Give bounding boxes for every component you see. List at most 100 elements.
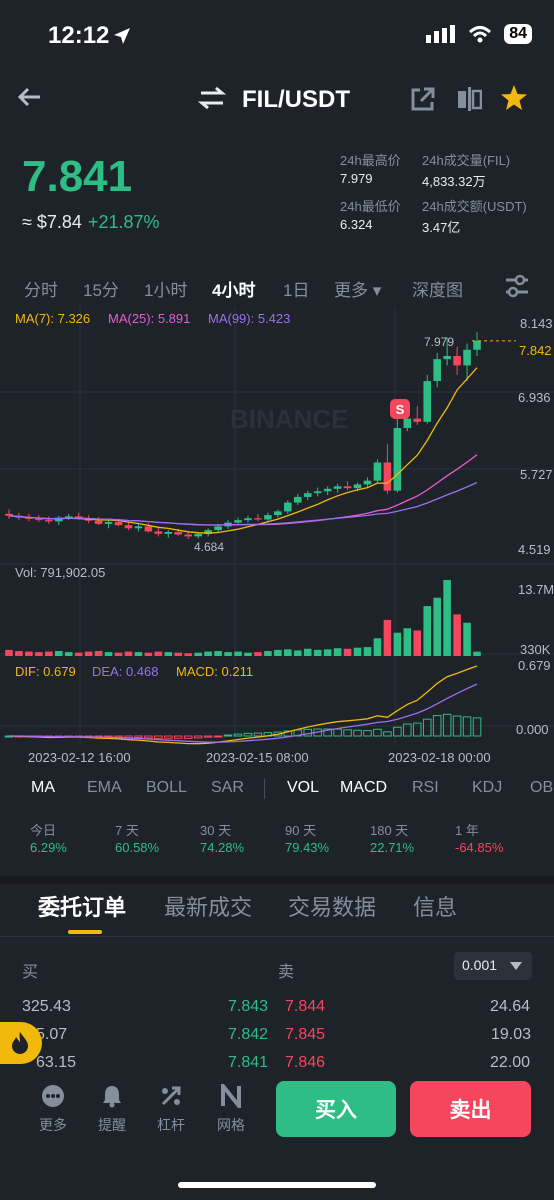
tf-4h[interactable]: 4小时 bbox=[212, 276, 255, 301]
candle-body bbox=[353, 484, 362, 489]
volume-bar bbox=[363, 647, 372, 656]
low-label: 24h最低价 bbox=[340, 199, 401, 214]
indicator-obv[interactable]: OB bbox=[530, 779, 553, 797]
indicator-ema[interactable]: EMA bbox=[87, 779, 122, 797]
ask-amount[interactable]: 24.64 bbox=[490, 998, 530, 1016]
bid-amount[interactable]: 325.43 bbox=[22, 998, 71, 1016]
volume-bar bbox=[293, 650, 302, 656]
tab-trades[interactable]: 最新成交 bbox=[164, 890, 252, 922]
indicator-sar[interactable]: SAR bbox=[211, 779, 244, 797]
bid-price[interactable]: 7.842 bbox=[228, 1026, 268, 1044]
nav-more[interactable]: 更多 bbox=[31, 1084, 75, 1135]
sell-button[interactable]: 卖出 bbox=[410, 1081, 531, 1137]
indicator-boll[interactable]: BOLL bbox=[146, 779, 187, 797]
candle-body bbox=[293, 496, 302, 503]
volume-bar bbox=[463, 622, 471, 656]
indicator-vol[interactable]: VOL bbox=[287, 779, 319, 797]
volume-bar bbox=[343, 648, 352, 656]
tab-orders[interactable]: 委托订单 bbox=[38, 890, 126, 922]
status-time: 12:12 bbox=[48, 22, 110, 49]
tf-15m[interactable]: 15分 bbox=[83, 276, 119, 301]
bid-price[interactable]: 7.843 bbox=[228, 998, 268, 1016]
swap-icon[interactable] bbox=[198, 86, 226, 110]
indicator-kdj[interactable]: KDJ bbox=[472, 779, 502, 797]
volume-bar bbox=[204, 651, 212, 656]
tf-line[interactable]: 分时 bbox=[24, 276, 58, 301]
nav-margin[interactable]: 杠杆 bbox=[149, 1084, 193, 1135]
amount-label: 24h成交额(USDT) bbox=[422, 199, 527, 214]
precision-select[interactable]: 0.001 bbox=[454, 952, 532, 980]
macd-histogram-bar bbox=[164, 735, 173, 739]
candle-body bbox=[383, 462, 392, 491]
perf-value: 60.58% bbox=[115, 840, 160, 855]
indicator-ma[interactable]: MA bbox=[31, 779, 55, 797]
compare-icon[interactable] bbox=[456, 86, 482, 112]
share-icon[interactable] bbox=[410, 86, 436, 112]
tab-trading-data[interactable]: 交易数据 bbox=[288, 890, 376, 922]
volume-bar bbox=[303, 648, 312, 656]
candle-body bbox=[413, 418, 422, 422]
volume-bar bbox=[134, 652, 143, 656]
candle-body bbox=[373, 462, 382, 481]
indicator-rsi[interactable]: RSI bbox=[412, 779, 439, 797]
home-indicator bbox=[178, 1182, 376, 1188]
nav-grid[interactable]: 网格 bbox=[209, 1080, 253, 1135]
volume-bar bbox=[224, 652, 232, 656]
nav-more-label: 更多 bbox=[39, 1117, 67, 1133]
ma99-label: MA(99): 5.423 bbox=[208, 311, 290, 326]
volume-bar bbox=[274, 649, 282, 656]
perf-label: 30 天 bbox=[200, 823, 232, 838]
buy-button[interactable]: 买入 bbox=[276, 1081, 396, 1137]
candle-body bbox=[134, 526, 143, 529]
tf-1d[interactable]: 1日 bbox=[283, 276, 309, 301]
macd-histogram-bar bbox=[303, 728, 313, 737]
macd-histogram-bar bbox=[442, 713, 452, 737]
candle-body bbox=[343, 486, 352, 489]
candle-body bbox=[453, 356, 461, 366]
last-price: 7.841 bbox=[22, 152, 133, 201]
chart-settings-icon[interactable] bbox=[504, 274, 530, 298]
volume-label: 24h成交量(FIL) bbox=[422, 153, 511, 168]
candle-body bbox=[443, 356, 451, 360]
volume-bar bbox=[154, 651, 163, 656]
chart-grid bbox=[0, 306, 554, 746]
kline-chart[interactable]: MA(7): 7.326 MA(25): 5.891 MA(99): 5.423… bbox=[0, 306, 554, 768]
nav-alert-label: 提醒 bbox=[98, 1117, 126, 1133]
ask-price[interactable]: 7.844 bbox=[285, 998, 325, 1016]
macd-histogram-bar bbox=[193, 735, 203, 739]
candle-body bbox=[214, 526, 222, 531]
volume-bar bbox=[74, 652, 83, 656]
tf-1h[interactable]: 1小时 bbox=[144, 276, 187, 301]
perf-label: 1 年 bbox=[455, 823, 479, 838]
volume-bar bbox=[443, 580, 451, 656]
indicator-macd[interactable]: MACD bbox=[340, 779, 387, 797]
macd-histogram-bar bbox=[134, 735, 143, 739]
fire-shortcut[interactable] bbox=[0, 1022, 42, 1064]
volume-bar bbox=[264, 651, 272, 656]
indicator-divider bbox=[264, 779, 265, 799]
back-arrow-icon[interactable] bbox=[16, 86, 42, 108]
tab-info[interactable]: 信息 bbox=[413, 890, 457, 922]
ask-amount[interactable]: 19.03 bbox=[491, 1026, 531, 1044]
bell-icon bbox=[103, 1086, 121, 1108]
candle-body bbox=[35, 518, 43, 521]
ask-price[interactable]: 7.845 bbox=[285, 1026, 325, 1044]
nav-alert[interactable]: 提醒 bbox=[90, 1084, 134, 1135]
candle-body bbox=[473, 340, 481, 350]
tf-more[interactable]: 更多 ▾ bbox=[334, 276, 381, 301]
volume-bar bbox=[333, 648, 342, 656]
volume-text: Vol: 791,902.05 bbox=[15, 565, 105, 580]
macd-histogram-bar bbox=[353, 729, 362, 737]
candle-body bbox=[194, 533, 202, 537]
macd-tick-2: 0.000 bbox=[516, 722, 549, 737]
favorite-star-icon[interactable] bbox=[500, 84, 528, 112]
fire-icon bbox=[12, 1032, 28, 1054]
ma99-line bbox=[8, 481, 478, 526]
perf-label: 7 天 bbox=[115, 823, 139, 838]
pair-title[interactable]: FIL/USDT bbox=[242, 86, 350, 114]
price-tick-3: 5.727 bbox=[520, 467, 553, 482]
volume-bar bbox=[25, 651, 33, 656]
tf-depth[interactable]: 深度图 bbox=[412, 276, 463, 301]
volume-bar bbox=[234, 651, 242, 656]
candle-body bbox=[164, 532, 173, 534]
